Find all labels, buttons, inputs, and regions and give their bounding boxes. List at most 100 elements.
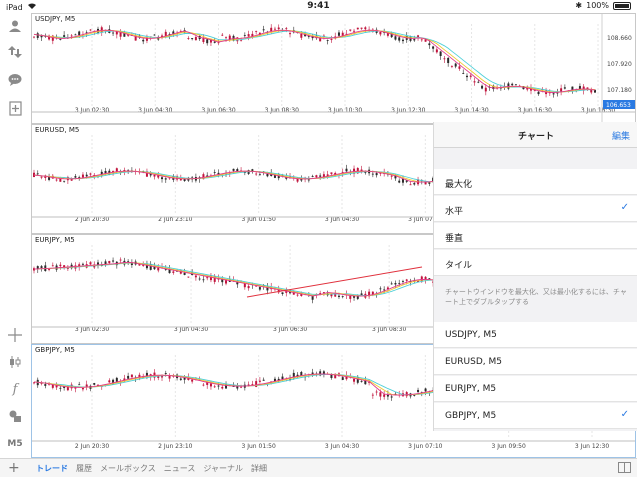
candle-body — [405, 279, 408, 281]
candle-body — [450, 65, 453, 67]
x-axis-label: 3 Jun 01:50 — [242, 443, 276, 450]
mode-maximize-item[interactable]: 最大化 — [434, 169, 637, 195]
candle-body — [481, 85, 484, 89]
candle-body — [217, 42, 220, 44]
candle-body — [390, 396, 393, 398]
chart-usdjpy[interactable]: USDJPY, M5 3 Jun 02:30 3 Jun 04:30 3 Jun 0… — [31, 13, 636, 124]
candle-body — [258, 174, 261, 176]
x-axis-label: 3 Jun 02:30 — [75, 107, 109, 114]
mode-tile-item[interactable]: タイル — [434, 250, 637, 276]
candle-body — [258, 380, 261, 382]
candle-body — [40, 266, 43, 269]
candle-body — [379, 31, 382, 35]
candle-body — [40, 176, 43, 178]
tab-mailbox[interactable]: メールボックス — [100, 463, 156, 474]
mt-terminal-screen: iPad 9:41 ✱ 100% f M5 USDJPY, M5 3 Jun 0… — [0, 0, 637, 477]
candle-body — [330, 39, 333, 41]
candle-body — [266, 173, 269, 177]
x-axis-label: 2 Jun 23:10 — [158, 443, 192, 450]
candle-body — [240, 386, 243, 388]
candle-body — [514, 84, 517, 86]
symbol-item-eurusd[interactable]: EURUSD, M5 — [434, 349, 637, 375]
candle-body — [371, 394, 374, 396]
edit-button[interactable]: 編集 — [612, 129, 630, 142]
candle-body — [379, 392, 382, 397]
candle-body — [247, 34, 250, 37]
layout-icon[interactable] — [618, 462, 631, 473]
candle-body — [398, 37, 401, 41]
candle-body — [70, 179, 73, 181]
chat-icon[interactable] — [6, 71, 24, 89]
mode-horizontal-item[interactable]: 水平 ✓ — [434, 196, 637, 222]
candle-body — [383, 289, 386, 291]
accounts-icon[interactable] — [6, 17, 24, 35]
chart-symbol-label: EURJPY, M5 — [35, 236, 75, 244]
candle-body — [194, 275, 197, 278]
tab-journal[interactable]: ジャーナル — [203, 463, 243, 474]
candle-body — [390, 175, 393, 177]
candle-body — [183, 377, 186, 380]
chart-symbol-label: GBPJPY, M5 — [35, 346, 75, 354]
quotes-icon[interactable] — [6, 43, 24, 61]
moving-average-line — [33, 30, 596, 93]
add-icon[interactable]: + — [8, 460, 20, 476]
timeframe-m5-button[interactable]: M5 — [6, 435, 24, 453]
tab-trade[interactable]: トレード — [36, 463, 68, 474]
candle-body — [225, 37, 228, 39]
candle-body — [285, 28, 288, 30]
candle-body — [394, 283, 397, 285]
candle-body — [191, 379, 194, 382]
candle-body — [161, 177, 164, 180]
candle-body — [428, 182, 431, 184]
candle-body — [409, 184, 412, 186]
panel-header: チャート 編集 — [434, 122, 637, 148]
tab-history[interactable]: 履歴 — [76, 463, 92, 474]
chart-menu-panel: チャート 編集 最大化 水平 ✓ 垂直 タイル チャートウインドウを最大化、又は… — [433, 122, 637, 431]
candle-body — [183, 272, 186, 275]
candle-body — [424, 388, 427, 392]
tab-list: トレード 履歴 メールボックス ニュース ジャーナル 詳細 — [36, 463, 267, 474]
candle-body — [36, 173, 39, 175]
new-document-icon[interactable] — [6, 99, 24, 117]
symbol-item-usdjpy[interactable]: USDJPY, M5 — [434, 322, 637, 348]
candle-body — [454, 63, 457, 67]
candle-body — [217, 385, 220, 387]
symbol-label: EURJPY, M5 — [445, 384, 497, 394]
x-axis-label: 3 Jun 08:30 — [265, 107, 299, 114]
price-label: 107.920 — [607, 61, 632, 68]
symbol-label: EURUSD, M5 — [445, 357, 502, 367]
symbol-label: USDJPY, M5 — [445, 330, 497, 340]
candle-body — [383, 394, 386, 397]
candle-body — [401, 281, 404, 282]
battery-percent: 100% — [586, 1, 609, 10]
candle-body — [74, 176, 77, 178]
left-toolbar: f M5 — [0, 13, 30, 458]
candle-body — [469, 75, 472, 77]
candle-body — [115, 377, 118, 382]
tab-details[interactable]: 詳細 — [251, 463, 267, 474]
candle-body — [484, 87, 487, 92]
candle-body — [33, 382, 35, 384]
x-axis-label: 3 Jun 07:10 — [408, 443, 442, 450]
crosshair-icon[interactable] — [6, 326, 24, 344]
candle-body — [172, 271, 175, 273]
symbol-item-gbpjpy[interactable]: GBPJPY, M5 ✓ — [434, 403, 637, 429]
candle-body — [337, 295, 340, 297]
candle-body — [81, 263, 84, 265]
symbol-item-eurjpy[interactable]: EURJPY, M5 — [434, 376, 637, 402]
panel-hint-text: チャートウインドウを最大化、又は最小化するには、チャート上でダブルタップする — [445, 288, 627, 306]
candle-body — [36, 33, 39, 38]
candle-body — [330, 172, 333, 174]
chart-symbol-label: EURUSD, M5 — [35, 126, 80, 134]
candle-body — [191, 38, 194, 40]
candle-body — [258, 287, 261, 290]
candles-icon[interactable] — [6, 353, 24, 371]
indicators-icon[interactable]: f — [6, 380, 24, 398]
mode-vertical-item[interactable]: 垂直 — [434, 223, 637, 249]
objects-icon[interactable] — [6, 407, 24, 425]
tab-news[interactable]: ニュース — [164, 463, 196, 474]
status-time: 9:41 — [307, 1, 330, 11]
panel-title: チャート — [518, 132, 554, 142]
candle-body — [281, 292, 284, 295]
candle-body — [371, 173, 374, 175]
